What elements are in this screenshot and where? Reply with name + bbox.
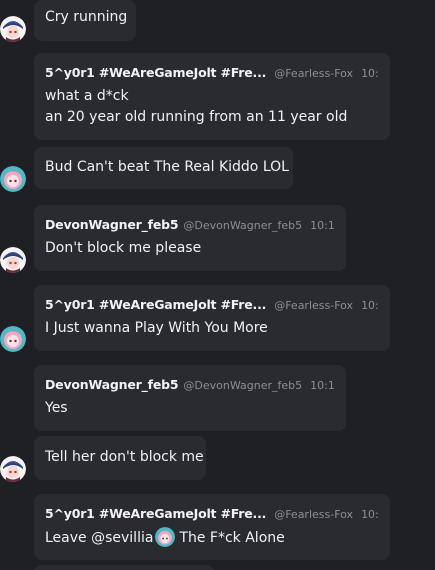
timestamp: 10:15 PM <box>310 219 335 232</box>
author-handle: @DevonWagner_feb5 <box>183 219 303 232</box>
message-text: Don't block me please <box>45 240 202 256</box>
avatar[interactable] <box>0 16 26 42</box>
avatar[interactable] <box>0 456 26 482</box>
message-header: DevonWagner_feb5 @DevonWagner_feb5 10:16… <box>45 377 335 393</box>
message-header: 5^y0r1 #WeAreGameJolt #Fre... @Fearless-… <box>45 65 379 81</box>
message-bubble: Tell her don't block me <box>34 436 206 480</box>
message-text: Tell her don't block me <box>45 449 204 465</box>
author-name[interactable]: 5^y0r1 #WeAreGameJolt #Fre... <box>45 506 266 521</box>
author-name[interactable]: DevonWagner_feb5 <box>45 377 179 392</box>
message-text: Leave @sevillia The F*ck Alone <box>45 527 379 549</box>
message-header: DevonWagner_feb5 @DevonWagner_feb5 10:15… <box>45 217 335 233</box>
author-name[interactable]: 5^y0r1 #WeAreGameJolt #Fre... <box>45 297 266 312</box>
message-bubble: 5^y0r1 #WeAreGameJolt #Fre... @Fearless-… <box>34 494 390 560</box>
message-text: Yes <box>45 400 68 416</box>
message-bubble: 5^y0r1 #WeAreGameJolt #Fre... @Fearless-… <box>34 53 390 140</box>
author-handle: @Fearless-Fox <box>274 299 354 312</box>
message-bubble <box>34 565 214 570</box>
avatar[interactable] <box>0 326 26 352</box>
message-text: I Just wanna Play With You More <box>45 320 268 336</box>
message-bubble: DevonWagner_feb5 @DevonWagner_feb5 10:16… <box>34 365 346 431</box>
message-text-end: The F*ck Alone <box>179 530 285 546</box>
message-text: what a d*ck <box>45 88 129 104</box>
message-text: an 20 year old running from an 11 year o… <box>45 109 348 125</box>
message-text: Bud Can't beat The Real Kiddo LOL <box>45 159 289 175</box>
message-header: 5^y0r1 #WeAreGameJolt #Fre... @Fearless-… <box>45 506 379 522</box>
chat-feed: Cry running 5^y0r1 #WeAreGameJolt #Fre..… <box>0 0 435 570</box>
author-name[interactable]: 5^y0r1 #WeAreGameJolt #Fre... <box>45 65 266 80</box>
message-header: 5^y0r1 #WeAreGameJolt #Fre... @Fearless-… <box>45 297 379 313</box>
timestamp: 10:17 PM <box>361 508 379 521</box>
avatar[interactable] <box>0 247 26 273</box>
timestamp: 10:15 PM <box>361 299 379 312</box>
message-bubble: Bud Can't beat The Real Kiddo LOL <box>34 147 293 189</box>
message-text-start: Leave @sevillia <box>45 530 154 546</box>
message-bubble: DevonWagner_feb5 @DevonWagner_feb5 10:15… <box>34 205 346 271</box>
message-bubble: Cry running <box>34 0 136 41</box>
avatar[interactable] <box>0 166 26 192</box>
message-text: Cry running <box>45 9 128 25</box>
message-bubble: 5^y0r1 #WeAreGameJolt #Fre... @Fearless-… <box>34 285 390 351</box>
author-handle: @Fearless-Fox <box>274 508 354 521</box>
sticker-emoji-icon <box>155 527 176 547</box>
author-handle: @DevonWagner_feb5 <box>183 379 303 392</box>
timestamp: 10:16 PM <box>310 379 335 392</box>
timestamp: 10:14 PM <box>361 67 379 80</box>
author-name[interactable]: DevonWagner_feb5 <box>45 217 179 232</box>
author-handle: @Fearless-Fox <box>274 67 354 80</box>
